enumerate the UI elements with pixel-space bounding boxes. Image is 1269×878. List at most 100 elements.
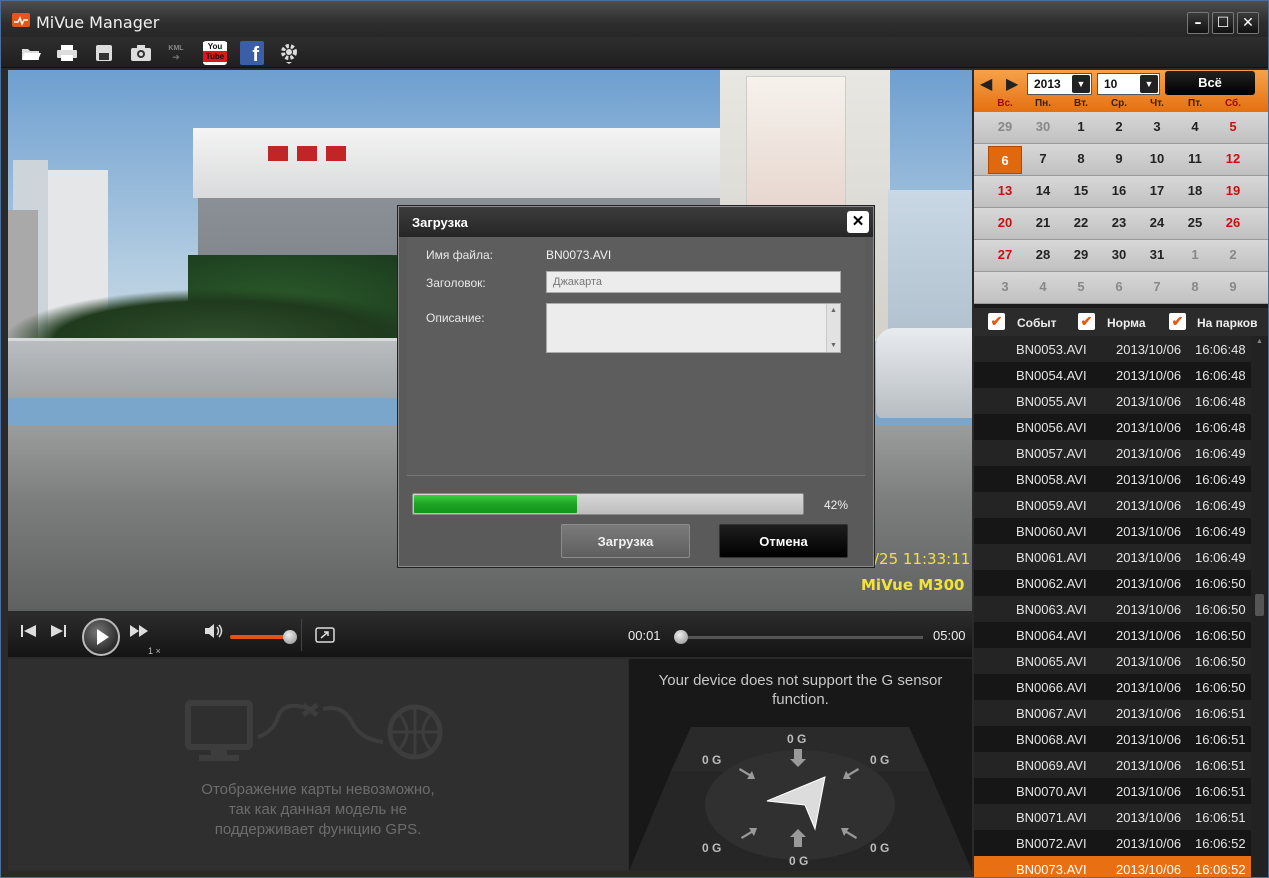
- normal-filter-checkbox[interactable]: ✔: [1078, 313, 1095, 330]
- save-icon[interactable]: [92, 41, 116, 65]
- description-textarea[interactable]: ▲ ▼: [546, 303, 841, 353]
- calendar-day[interactable]: 16: [1100, 183, 1138, 198]
- calendar-day[interactable]: 4: [1176, 119, 1214, 134]
- calendar-day[interactable]: 18: [1176, 183, 1214, 198]
- file-list-row[interactable]: BN0064.AVI 2013/10/06 16:06:50: [974, 622, 1251, 648]
- calendar-day[interactable]: 13: [986, 183, 1024, 198]
- file-list-row[interactable]: BN0063.AVI 2013/10/06 16:06:50: [974, 596, 1251, 622]
- facebook-icon[interactable]: f: [240, 41, 264, 66]
- file-list-row[interactable]: BN0072.AVI 2013/10/06 16:06:52: [974, 830, 1251, 856]
- calendar-day[interactable]: 6: [1100, 279, 1138, 294]
- description-scrollbar[interactable]: ▲ ▼: [826, 304, 840, 352]
- file-list-row[interactable]: BN0070.AVI 2013/10/06 16:06:51: [974, 778, 1251, 804]
- calendar-day[interactable]: 17: [1138, 183, 1176, 198]
- fullscreen-icon[interactable]: [315, 627, 335, 648]
- file-list-row[interactable]: BN0057.AVI 2013/10/06 16:06:49: [974, 440, 1251, 466]
- print-icon[interactable]: [55, 41, 79, 65]
- calendar-day[interactable]: 10: [1138, 151, 1176, 166]
- calendar-day[interactable]: 5: [1062, 279, 1100, 294]
- open-folder-icon[interactable]: [19, 41, 43, 65]
- calendar-day[interactable]: 20: [986, 215, 1024, 230]
- calendar-day[interactable]: 11: [1176, 151, 1214, 166]
- calendar-day[interactable]: 7: [1138, 279, 1176, 294]
- calendar-day[interactable]: 2: [1100, 119, 1138, 134]
- calendar-day[interactable]: 27: [986, 247, 1024, 262]
- file-list-row[interactable]: BN0067.AVI 2013/10/06 16:06:51: [974, 700, 1251, 726]
- previous-track-icon[interactable]: [20, 623, 38, 644]
- kml-export-icon[interactable]: KML ➔: [164, 41, 188, 65]
- file-list-row[interactable]: BN0055.AVI 2013/10/06 16:06:48: [974, 388, 1251, 414]
- calendar-day[interactable]: 24: [1138, 215, 1176, 230]
- youtube-icon[interactable]: You Tube: [203, 41, 227, 65]
- calendar-day[interactable]: 29: [986, 119, 1024, 134]
- calendar-day[interactable]: 8: [1062, 151, 1100, 166]
- file-list-row[interactable]: BN0062.AVI 2013/10/06 16:06:50: [974, 570, 1251, 596]
- next-track-icon[interactable]: [49, 623, 67, 644]
- close-window-button[interactable]: ✕: [1237, 12, 1259, 34]
- event-filter-checkbox[interactable]: ✔: [988, 313, 1005, 330]
- cancel-button[interactable]: Отмена: [719, 524, 848, 558]
- calendar-day[interactable]: 30: [1100, 247, 1138, 262]
- calendar-day[interactable]: 14: [1024, 183, 1062, 198]
- fast-forward-icon[interactable]: [129, 623, 151, 644]
- file-list-row[interactable]: BN0060.AVI 2013/10/06 16:06:49: [974, 518, 1251, 544]
- seek-bar[interactable]: [681, 636, 923, 639]
- volume-knob[interactable]: [283, 630, 297, 644]
- calendar-day[interactable]: 7: [1024, 151, 1062, 166]
- file-list-row[interactable]: BN0056.AVI 2013/10/06 16:06:48: [974, 414, 1251, 440]
- calendar-day[interactable]: 1: [1062, 119, 1100, 134]
- calendar-day[interactable]: 29: [1062, 247, 1100, 262]
- settings-gear-icon[interactable]: [277, 41, 301, 65]
- parking-filter-checkbox[interactable]: ✔: [1169, 313, 1186, 330]
- calendar-day[interactable]: 9: [1214, 279, 1252, 294]
- maximize-button[interactable]: ☐: [1212, 12, 1234, 34]
- year-select[interactable]: 2013 ▼: [1027, 73, 1092, 95]
- file-list-row[interactable]: BN0059.AVI 2013/10/06 16:06:49: [974, 492, 1251, 518]
- calendar-day[interactable]: 19: [1214, 183, 1252, 198]
- seek-knob[interactable]: [674, 630, 688, 644]
- calendar-day[interactable]: 26: [1214, 215, 1252, 230]
- file-list-row[interactable]: BN0058.AVI 2013/10/06 16:06:49: [974, 466, 1251, 492]
- calendar-day[interactable]: 6: [988, 146, 1022, 174]
- calendar-day[interactable]: 2: [1214, 247, 1252, 262]
- play-button[interactable]: [82, 618, 120, 656]
- file-list-row[interactable]: BN0053.AVI 2013/10/06 16:06:48: [974, 336, 1251, 362]
- calendar-day[interactable]: 1: [1176, 247, 1214, 262]
- file-list-row[interactable]: BN0069.AVI 2013/10/06 16:06:51: [974, 752, 1251, 778]
- calendar-day[interactable]: 21: [1024, 215, 1062, 230]
- calendar-day[interactable]: 28: [1024, 247, 1062, 262]
- next-month-icon[interactable]: ▶: [1006, 74, 1018, 94]
- file-list-row[interactable]: BN0065.AVI 2013/10/06 16:06:50: [974, 648, 1251, 674]
- calendar-day[interactable]: 22: [1062, 215, 1100, 230]
- file-list-row[interactable]: BN0068.AVI 2013/10/06 16:06:51: [974, 726, 1251, 752]
- dialog-close-icon[interactable]: ✕: [847, 211, 869, 233]
- calendar-day[interactable]: 9: [1100, 151, 1138, 166]
- calendar-day[interactable]: 12: [1214, 151, 1252, 166]
- show-all-button[interactable]: Всё: [1165, 71, 1255, 95]
- volume-icon[interactable]: [204, 623, 224, 644]
- file-list-row[interactable]: BN0073.AVI 2013/10/06 16:06:52: [974, 856, 1251, 877]
- calendar-day[interactable]: 3: [986, 279, 1024, 294]
- file-list-row[interactable]: BN0054.AVI 2013/10/06 16:06:48: [974, 362, 1251, 388]
- file-list-scrollbar[interactable]: ▲: [1251, 336, 1268, 877]
- file-list-row[interactable]: BN0071.AVI 2013/10/06 16:06:51: [974, 804, 1251, 830]
- file-list-row[interactable]: BN0061.AVI 2013/10/06 16:06:49: [974, 544, 1251, 570]
- calendar-day[interactable]: 23: [1100, 215, 1138, 230]
- calendar-day[interactable]: 8: [1176, 279, 1214, 294]
- calendar-day[interactable]: 15: [1062, 183, 1100, 198]
- heading-input[interactable]: Джакарта: [546, 271, 841, 293]
- previous-month-icon[interactable]: ◀: [980, 74, 992, 94]
- calendar-day[interactable]: 5: [1214, 119, 1252, 134]
- calendar-day[interactable]: 30: [1024, 119, 1062, 134]
- file-list-row[interactable]: BN0066.AVI 2013/10/06 16:06:50: [974, 674, 1251, 700]
- upload-button[interactable]: Загрузка: [561, 524, 690, 558]
- camera-snapshot-icon[interactable]: [129, 41, 153, 65]
- minimize-button[interactable]: –: [1187, 12, 1209, 34]
- calendar-day[interactable]: 4: [1024, 279, 1062, 294]
- month-select[interactable]: 10 ▼: [1097, 73, 1160, 95]
- calendar-day[interactable]: 25: [1176, 215, 1214, 230]
- scrollbar-thumb[interactable]: [1255, 594, 1264, 616]
- calendar-day[interactable]: 3: [1138, 119, 1176, 134]
- volume-slider[interactable]: [230, 635, 290, 639]
- calendar-day[interactable]: 31: [1138, 247, 1176, 262]
